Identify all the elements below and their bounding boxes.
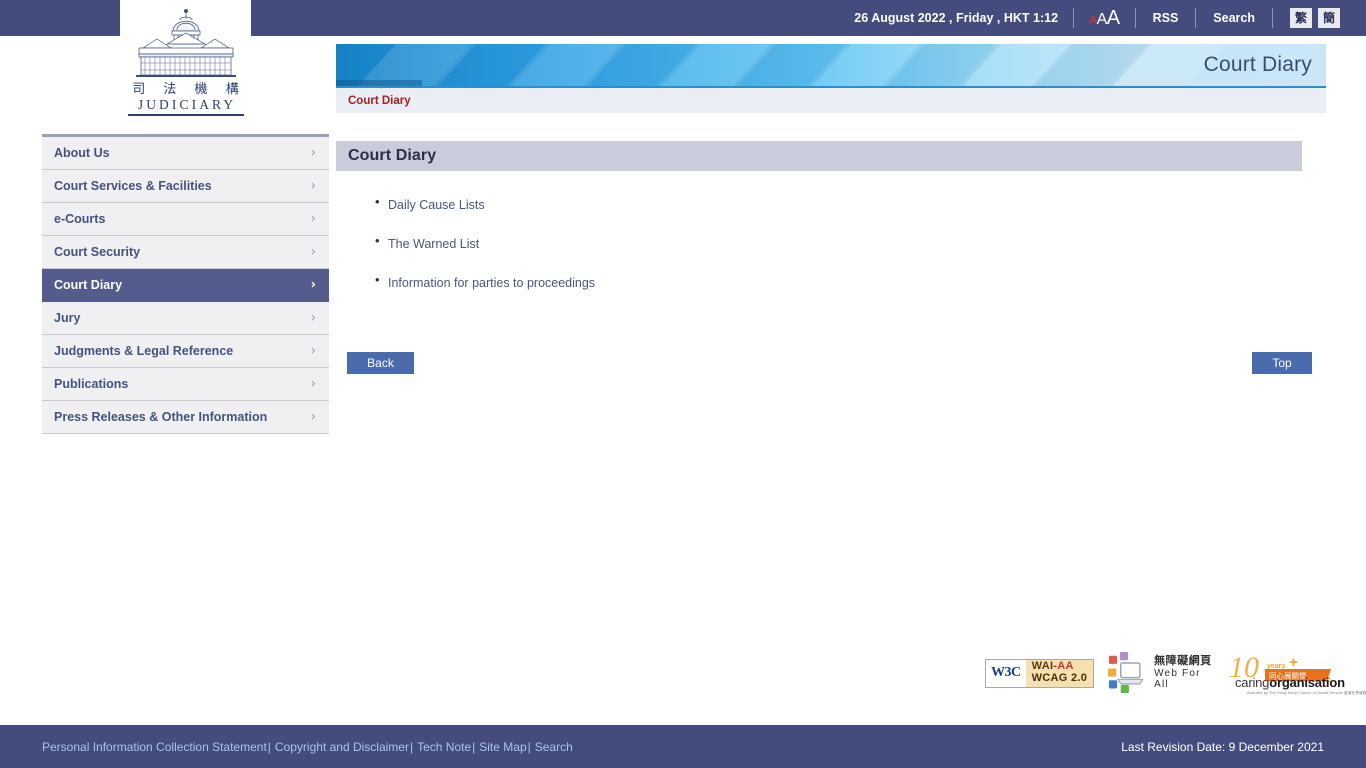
caring-bold-word: organisation <box>1269 675 1345 690</box>
sidebar-item-label: Jury <box>54 311 81 325</box>
sidebar-item-label: Publications <box>54 377 129 391</box>
footer-link-separator: | <box>527 739 531 754</box>
accessibility-badges: W3C WAI-AA WCAG 2.0 無障礙網頁 Web For All 10… <box>985 648 1366 698</box>
site-logo[interactable]: 司 法 機 構 JUDICIARY <box>120 0 251 124</box>
sidebar-item-label: Judgments & Legal Reference <box>54 344 234 358</box>
main-content: Court Diary Court Diary Court Diary Dail… <box>336 44 1326 374</box>
w3c-mark: W3C <box>986 659 1026 687</box>
main-navigation-sidebar: About Us › Court Services & Facilities › e-C… <box>42 134 329 434</box>
web-for-all-badge[interactable]: 無障礙網頁 Web For All <box>1108 650 1213 696</box>
last-revision-date: Last Revision Date: 9 December 2021 <box>1121 739 1324 754</box>
back-button[interactable]: Back <box>347 351 414 374</box>
site-footer: Personal Information Collection Statemen… <box>0 725 1366 768</box>
divider <box>1272 8 1273 28</box>
font-size-control[interactable]: A A A <box>1075 8 1134 28</box>
chevron-right-icon: › <box>310 376 316 392</box>
sidebar-item-label: About Us <box>54 146 110 160</box>
sidebar-item-label: Court Security <box>54 245 141 259</box>
top-button[interactable]: Top <box>1252 351 1312 374</box>
wcag-conformance-text: WAI-AA WCAG 2.0 <box>1025 659 1094 687</box>
lang-traditional-chinese-button[interactable]: 繁 <box>1290 8 1312 28</box>
web-for-all-text: 無障礙網頁 Web For All <box>1154 655 1213 691</box>
chevron-right-icon: › <box>310 310 316 326</box>
footer-link-separator: | <box>472 739 476 754</box>
sidebar-item-label: e-Courts <box>54 212 106 226</box>
chevron-right-icon: › <box>310 145 316 161</box>
caring-organisation-wordmark: caringorganisation <box>1235 675 1345 690</box>
w3c-wai-aa-wcag-badge[interactable]: W3C WAI-AA WCAG 2.0 <box>985 658 1095 688</box>
sidebar-item-press-releases-other-information[interactable]: Press Releases & Other Information › <box>42 401 329 434</box>
content-heading: Court Diary <box>348 147 437 164</box>
sidebar-item-about-us[interactable]: About Us › <box>42 137 329 170</box>
sidebar-item-label: Court Services & Facilities <box>54 179 212 193</box>
caring-organisation-subtext: Awarded by The Hong Kong Council of Soci… <box>1247 691 1366 695</box>
web-for-all-english: Web For All <box>1154 667 1201 691</box>
wcag-version: WCAG 2.0 <box>1031 672 1088 684</box>
button-row: Back Top <box>336 351 1312 374</box>
footer-link-search[interactable]: Search <box>535 740 573 754</box>
font-size-large-button[interactable]: A <box>1107 8 1120 28</box>
footer-link-separator: | <box>267 739 271 754</box>
page-title: Court Diary <box>1203 53 1312 76</box>
content-link[interactable]: Daily Cause Lists <box>388 198 485 212</box>
logo-chinese-text: 司 法 機 構 <box>132 81 246 97</box>
judiciary-building-icon <box>135 8 236 77</box>
sidebar-item-court-services-facilities[interactable]: Court Services & Facilities › <box>42 170 329 203</box>
chevron-right-icon: › <box>310 178 316 194</box>
sidebar-item-court-security[interactable]: Court Security › <box>42 236 329 269</box>
search-link[interactable]: Search <box>1197 11 1271 25</box>
sidebar-item-e-courts[interactable]: e-Courts › <box>42 203 329 236</box>
sidebar-item-label: Press Releases & Other Information <box>54 410 268 424</box>
list-item: The Warned List <box>375 233 1326 253</box>
caring-light-word: caring <box>1235 675 1270 690</box>
sidebar-item-court-diary[interactable]: Court Diary › <box>42 269 329 302</box>
divider <box>1195 8 1197 28</box>
content-link[interactable]: The Warned List <box>388 237 479 251</box>
breadcrumb: Court Diary <box>336 88 1326 114</box>
logo-inner: 司 法 機 構 JUDICIARY <box>124 8 248 117</box>
divider <box>1134 8 1136 28</box>
chevron-right-icon: › <box>310 343 316 359</box>
footer-link-copyright-and-disclaimer[interactable]: Copyright and Disclaimer <box>275 740 409 754</box>
logo-english-text: JUDICIARY <box>127 97 244 117</box>
footer-link-site-map[interactable]: Site Map <box>479 740 526 754</box>
footer-link-personal-information-collection-statement[interactable]: Personal Information Collection Statemen… <box>42 740 267 754</box>
font-size-medium-button[interactable]: A <box>1097 12 1108 28</box>
rss-link[interactable]: RSS <box>1137 11 1195 25</box>
content-heading-bar: Court Diary <box>336 141 1302 171</box>
svg-text:+: + <box>1289 654 1298 671</box>
lang-simplified-chinese-button[interactable]: 簡 <box>1318 8 1340 28</box>
chevron-right-icon: › <box>310 211 316 227</box>
caring-organisation-badge[interactable]: 10 years + 同心展關懷 caringorganisation Awar… <box>1227 650 1366 696</box>
page-banner: Court Diary <box>336 44 1326 88</box>
footer-links: Personal Information Collection Statemen… <box>42 740 573 754</box>
language-switcher: 繁 簡 <box>1274 8 1340 28</box>
sidebar-item-jury[interactable]: Jury › <box>42 302 329 335</box>
wai-prefix: WAI- <box>1031 660 1058 673</box>
footer-link-tech-note[interactable]: Tech Note <box>417 740 471 754</box>
list-item: Daily Cause Lists <box>375 194 1326 214</box>
sidebar-item-label: Court Diary <box>54 278 123 292</box>
page-root: 26 August 2022 , Friday , HKT 1:12 A A A… <box>0 0 1366 768</box>
chevron-right-icon: › <box>310 277 316 293</box>
top-utility-right-group: 26 August 2022 , Friday , HKT 1:12 A A A… <box>854 0 1340 36</box>
chevron-right-icon: › <box>310 409 316 425</box>
chevron-right-icon: › <box>310 244 316 260</box>
web-for-all-chinese: 無障礙網頁 <box>1154 654 1212 668</box>
current-datetime: 26 August 2022 , Friday , HKT 1:12 <box>854 11 1059 25</box>
list-item: Information for parties to proceedings <box>375 272 1326 292</box>
web-for-all-icon <box>1108 652 1144 694</box>
svg-text:years: years <box>1267 663 1285 670</box>
banner-chevron-pattern <box>336 44 1326 86</box>
font-size-small-button[interactable]: A <box>1089 14 1097 26</box>
footer-link-separator: | <box>409 739 414 754</box>
breadcrumb-item-court-diary[interactable]: Court Diary <box>348 95 411 107</box>
divider <box>1073 8 1075 28</box>
content-link-list: Daily Cause Lists The Warned List Informat… <box>336 194 1326 293</box>
content-link[interactable]: Information for parties to proceedings <box>388 276 595 290</box>
wai-level: AA <box>1057 660 1074 673</box>
sidebar-item-publications[interactable]: Publications › <box>42 368 329 401</box>
sidebar-item-judgments-legal-reference[interactable]: Judgments & Legal Reference › <box>42 335 329 368</box>
sidebar-items-container: About Us › Court Services & Facilities › e-C… <box>42 137 329 434</box>
